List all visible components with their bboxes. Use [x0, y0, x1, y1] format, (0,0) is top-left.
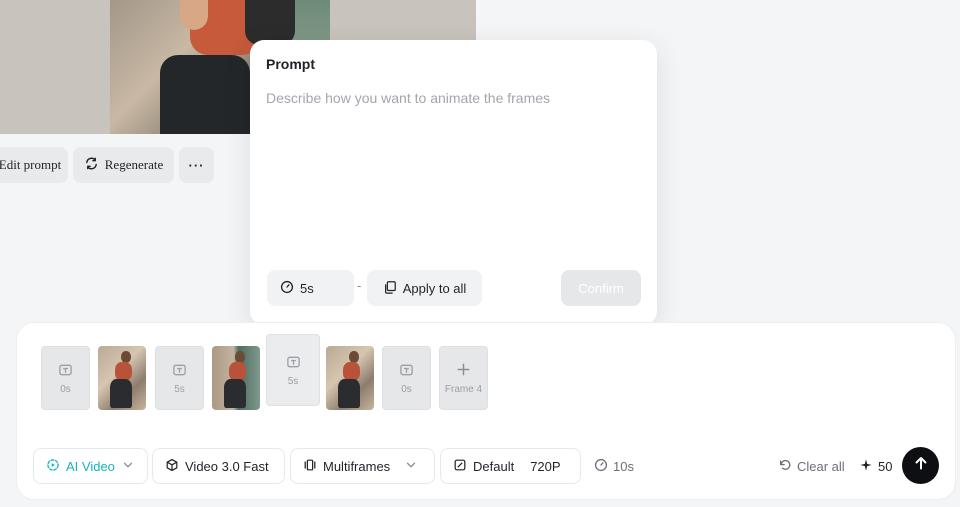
cube-icon	[165, 458, 179, 475]
text-frame-icon	[399, 362, 414, 380]
more-options-button[interactable]: ···	[179, 147, 214, 183]
clear-all-label: Clear all	[797, 459, 845, 474]
frame-thumbnail[interactable]	[326, 346, 374, 410]
clock-icon	[280, 280, 294, 297]
multiframes-icon	[303, 458, 317, 475]
frame-thumbnail[interactable]	[98, 346, 146, 410]
duration-slot-label: 5s	[174, 383, 185, 395]
frames-mode-dropdown[interactable]: Multiframes	[290, 448, 435, 484]
sparkle-icon	[859, 458, 873, 475]
preview-climber-legs	[160, 55, 250, 134]
confirm-label: Confirm	[578, 280, 624, 296]
text-frame-icon	[286, 354, 301, 372]
duration-slot-label: 0s	[401, 383, 412, 395]
duration-value: 5s	[300, 280, 314, 296]
regenerate-icon	[84, 156, 99, 175]
chevron-down-icon	[404, 458, 418, 475]
add-frame-label: Frame 4	[444, 383, 483, 395]
prompt-input[interactable]	[266, 90, 641, 260]
duration-button[interactable]: 5s	[267, 270, 354, 306]
edit-prompt-label: Edit prompt	[0, 157, 62, 172]
ratio-resolution-selector[interactable]: Default 720P	[440, 448, 581, 484]
duration-slot[interactable]: 0s	[41, 346, 90, 410]
apply-to-all-button[interactable]: Apply to all	[367, 270, 482, 306]
frame-thumbnail[interactable]	[212, 346, 260, 410]
copy-icon	[383, 280, 397, 297]
thumb-legs	[110, 379, 132, 409]
resolution-label: 720P	[530, 458, 561, 474]
generate-send-button[interactable]	[902, 447, 939, 484]
regenerate-button[interactable]: Regenerate	[73, 147, 174, 183]
duration-separator: -	[357, 278, 362, 293]
duration-slot[interactable]: 5s	[155, 346, 204, 410]
arrow-up-icon	[913, 455, 929, 476]
thumb-head	[349, 351, 359, 363]
clock-icon	[594, 458, 608, 475]
credits-counter: 50	[859, 458, 892, 475]
mode-dropdown[interactable]: AI Video	[33, 448, 148, 484]
thumb-head	[121, 351, 131, 363]
thumb-legs	[338, 379, 360, 409]
thumb-head	[235, 351, 245, 363]
apply-to-all-label: Apply to all	[402, 280, 467, 296]
clear-all-button[interactable]: Clear all	[778, 458, 845, 475]
thumb-legs	[224, 379, 246, 409]
duration-slot-label: 5s	[287, 375, 299, 387]
prompt-popover: Prompt 5s - Apply to all Confirm	[250, 40, 657, 325]
preview-climber-arm	[180, 0, 208, 30]
text-frame-icon	[172, 362, 187, 380]
duration-slot[interactable]: 0s	[382, 346, 431, 410]
preview-climber-backpack	[245, 0, 295, 45]
plus-icon	[456, 362, 471, 380]
duration-slot-selected[interactable]: 5s	[266, 334, 320, 406]
ratio-label: Default	[473, 458, 515, 474]
chevron-down-icon	[121, 458, 135, 475]
total-duration-label: 10s	[613, 459, 634, 474]
model-label: Video 3.0 Fast	[185, 458, 269, 474]
frames-mode-label: Multiframes	[323, 458, 391, 474]
prompt-title: Prompt	[266, 56, 315, 72]
credits-value: 50	[878, 459, 893, 474]
total-duration: 10s	[594, 458, 634, 475]
aspect-ratio-icon	[453, 458, 467, 475]
model-selector[interactable]: Video 3.0 Fast	[152, 448, 285, 484]
edit-prompt-button[interactable]: Edit prompt	[0, 147, 68, 183]
text-frame-icon	[58, 362, 73, 380]
add-frame-button[interactable]: Frame 4	[439, 346, 488, 410]
regenerate-label: Regenerate	[104, 157, 164, 172]
ai-video-icon	[46, 458, 60, 475]
duration-slot-label: 0s	[60, 383, 71, 395]
mode-label: AI Video	[66, 458, 115, 474]
undo-icon	[778, 458, 792, 475]
more-icon: ···	[188, 157, 205, 173]
confirm-button[interactable]: Confirm	[561, 270, 641, 306]
